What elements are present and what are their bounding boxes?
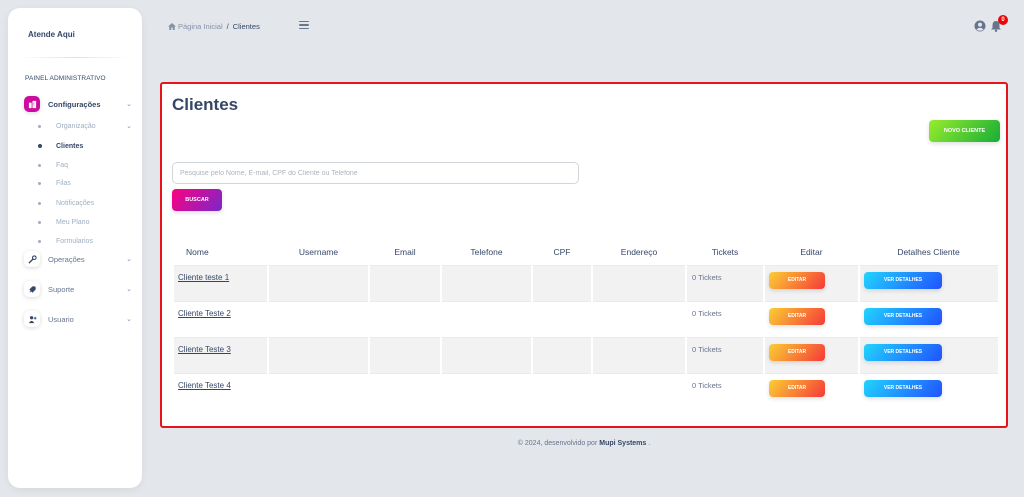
breadcrumb-home-label: Página Inicial — [178, 22, 223, 31]
footer-text: © 2024, desenvolvido por — [517, 440, 598, 447]
sidebar-item-label: Suporte — [48, 284, 75, 294]
sidebar-subitem-organizacao[interactable]: Organização ⌄ — [38, 119, 134, 133]
sidebar-item-usuario[interactable]: Usuario ⌄ — [24, 309, 134, 329]
breadcrumb-separator: / — [226, 22, 229, 31]
tickets-count: 0 Tickets — [685, 300, 764, 337]
breadcrumb: Página Inicial / Clientes — [168, 22, 260, 31]
bullet-icon — [38, 124, 41, 128]
chevron-down-icon: ⌄ — [126, 256, 132, 263]
sidebar-subitem-label: Formularios — [56, 237, 93, 245]
tickets-count: 0 Tickets — [685, 336, 764, 373]
bullet-icon — [38, 220, 41, 224]
bullet-icon — [38, 201, 41, 205]
tickets-count: 0 Tickets — [685, 264, 764, 301]
new-client-button[interactable]: NOVO CLIENTE — [929, 120, 1000, 142]
column-header-editar: Editar — [800, 246, 823, 257]
sidebar-subitem-meu-plano[interactable]: Meu Plano — [38, 215, 134, 229]
edit-button[interactable]: EDITAR — [769, 307, 825, 325]
sidebar-item-suporte[interactable]: Suporte ⌄ — [24, 279, 134, 299]
edit-button[interactable]: EDITAR — [769, 271, 825, 289]
table-row: Cliente Teste 3 0 Tickets EDITAR VER DET… — [174, 336, 998, 373]
column-header-telefone: Telefone — [470, 246, 503, 257]
clients-table: Nome Username Email Telefone CPF Endereç… — [174, 239, 998, 409]
table-row: Cliente Teste 4 0 Tickets EDITAR VER DET… — [174, 372, 998, 409]
column-header-cpf: CPF — [553, 246, 571, 257]
sidebar-item-label: Configurações — [48, 99, 101, 109]
sidebar-subitem-label: Clientes — [56, 142, 84, 150]
user-circle-icon[interactable] — [974, 20, 986, 32]
view-details-button[interactable]: VER DETALHES — [864, 379, 942, 397]
sidebar: Atende Aqui PAINEL ADMINISTRATIVO Config… — [8, 8, 142, 488]
bullet-icon — [38, 181, 41, 185]
chevron-down-icon: ⌄ — [126, 316, 132, 323]
sidebar-subitem-label: Filas — [56, 179, 71, 187]
sidebar-subitem-label: Meu Plano — [56, 218, 90, 226]
brand-name[interactable]: Atende Aqui — [28, 30, 75, 39]
sidebar-subitem-faq[interactable]: Faq — [38, 158, 134, 172]
search-button[interactable]: BUSCAR — [172, 189, 222, 211]
edit-button[interactable]: EDITAR — [769, 379, 825, 397]
client-name-link[interactable]: Cliente Teste 2 — [178, 309, 231, 318]
sidebar-subitem-label: Faq — [56, 161, 69, 169]
clients-card: Clientes NOVO CLIENTE BUSCAR Nome Userna… — [160, 82, 1008, 428]
chevron-down-icon: ⌄ — [126, 101, 132, 108]
table-row: Cliente teste 1 0 Tickets EDITAR VER DET… — [174, 264, 998, 301]
view-details-button[interactable]: VER DETALHES — [864, 271, 942, 289]
home-icon — [168, 23, 176, 30]
client-name-link[interactable]: Cliente Teste 4 — [178, 381, 231, 390]
section-label: PAINEL ADMINISTRATIVO — [25, 75, 106, 82]
sidebar-subitem-notificacoes[interactable]: Notificações — [38, 196, 134, 210]
breadcrumb-home[interactable]: Página Inicial — [168, 22, 223, 31]
page-title: Clientes — [172, 95, 239, 114]
sidebar-subitem-label: Notificações — [56, 199, 95, 207]
table-header-row: Nome Username Email Telefone CPF Endereç… — [174, 239, 998, 265]
column-header-email: Email — [394, 246, 416, 257]
column-header-endereco: Endereço — [620, 246, 658, 257]
column-header-nome: Nome — [186, 246, 209, 257]
view-details-button[interactable]: VER DETALHES — [864, 343, 942, 361]
clients-table-wrapper: Nome Username Email Telefone CPF Endereç… — [174, 239, 998, 409]
notification-badge: 0 — [998, 15, 1008, 25]
rocket-icon — [24, 281, 40, 297]
view-details-button[interactable]: VER DETALHES — [864, 307, 942, 325]
footer-suffix: . — [648, 440, 651, 447]
column-header-tickets: Tickets — [711, 246, 739, 257]
tools-icon — [24, 251, 40, 267]
footer-company-link[interactable]: Mupi Systems — [599, 440, 646, 447]
sidebar-subitem-filas[interactable]: Filas — [38, 176, 134, 190]
search-input[interactable] — [172, 162, 579, 184]
column-header-username: Username — [298, 246, 339, 257]
tickets-count: 0 Tickets — [685, 372, 764, 409]
building-icon — [24, 96, 40, 112]
chevron-down-icon: ⌄ — [126, 286, 132, 293]
menu-toggle-icon[interactable] — [298, 19, 310, 31]
sidebar-subitem-label: Organização — [56, 122, 96, 130]
breadcrumb-current: Clientes — [232, 22, 260, 31]
bullet-icon — [38, 239, 41, 243]
bullet-icon — [38, 144, 42, 148]
sidebar-item-label: Usuario — [48, 314, 74, 324]
sidebar-item-configuracoes[interactable]: Configurações ⌄ — [24, 94, 134, 114]
footer: © 2024, desenvolvido por Mupi Systems . — [0, 440, 1024, 447]
column-header-detalhes: Detalhes Cliente — [897, 246, 960, 257]
bullet-icon — [38, 163, 41, 167]
chevron-down-icon: ⌄ — [126, 123, 132, 130]
sidebar-subitem-clientes[interactable]: Clientes — [38, 139, 134, 153]
sidebar-item-label: Operações — [48, 254, 85, 264]
client-name-link[interactable]: Cliente Teste 3 — [178, 345, 231, 354]
sidebar-subitem-formularios[interactable]: Formularios — [38, 234, 134, 248]
user-plus-icon — [24, 311, 40, 327]
sidebar-item-operacoes[interactable]: Operações ⌄ — [24, 249, 134, 269]
edit-button[interactable]: EDITAR — [769, 343, 825, 361]
brand-divider — [20, 57, 130, 58]
table-row: Cliente Teste 2 0 Tickets EDITAR VER DET… — [174, 300, 998, 337]
client-name-link[interactable]: Cliente teste 1 — [178, 273, 229, 282]
